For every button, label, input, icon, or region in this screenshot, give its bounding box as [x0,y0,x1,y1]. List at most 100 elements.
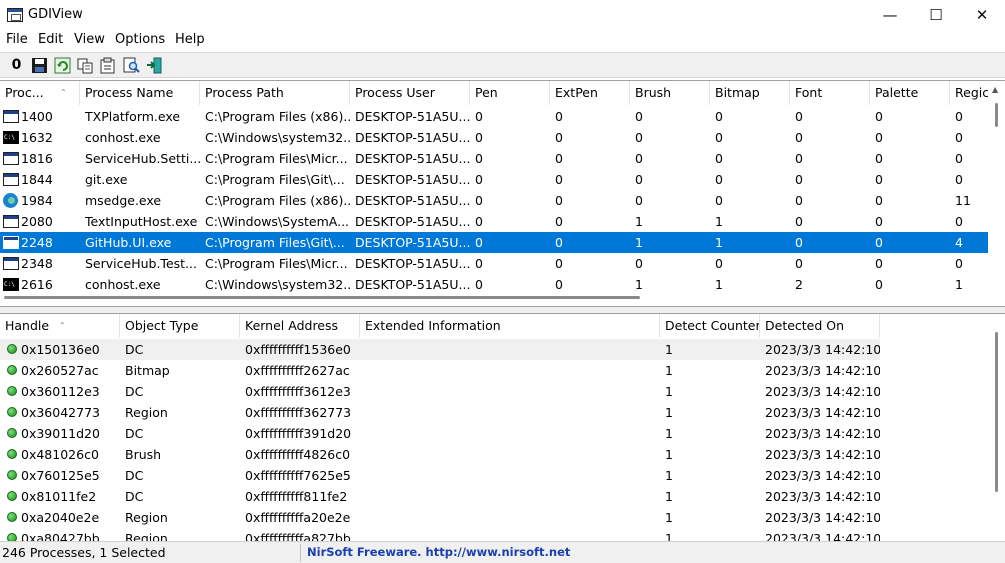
handle-cell-kernel: 0xffffffffffa827bb [245,531,351,541]
scrollbar-thumb[interactable] [995,332,998,492]
handle-cell-detected: 2023/3/3 14:42:10 [765,468,880,483]
process-row[interactable]: 2080 TextInputHost.exe C:\Windows\SystemA.… [0,211,988,232]
handle-cell-detected: 2023/3/3 14:42:10 [765,342,880,357]
column-header-process-id[interactable]: Proc... [0,81,80,105]
process-cell-brush: 0 [635,109,643,124]
column-header-extpen[interactable]: ExtPen [550,81,630,105]
handle-cell-ext [360,528,660,541]
process-cell-name: conhost.exe [85,130,161,145]
refresh-icon[interactable] [54,57,71,74]
handle-cell-kernel: 0xffffffffff362773 [245,405,352,420]
process-cell-user: DESKTOP-51A5U... [355,130,470,145]
process-cell-user: DESKTOP-51A5U... [355,109,470,124]
process-cell-pen: 0 [475,172,483,187]
close-button[interactable]: ✕ [959,0,1005,31]
process-row[interactable]: 2348 ServiceHub.Test... C:\Program Files\M… [0,253,988,274]
handle-row[interactable]: 0x39011d20 DC 0xffffffffff391d20 1 2023/3/3 … [0,423,880,444]
zero-counters-icon[interactable]: 0 [8,57,25,74]
find-icon[interactable] [123,57,140,74]
process-row[interactable]: 1816 ServiceHub.Setti... C:\Program Files\… [0,148,988,169]
handle-cell-counter: 1 [665,510,673,525]
column-header-font[interactable]: Font [790,81,870,105]
handle-cell-handle: 0x260527ac [21,363,99,378]
process-cell-region: 0 [955,256,963,271]
handle-cell-counter: 1 [665,363,673,378]
scrollbar-thumb[interactable] [995,103,998,127]
process-cell-pen: 0 [475,130,483,145]
process-cell-path: C:\Program Files\Git\... [205,172,345,187]
handle-cell-kernel: 0xffffffffff3612e3 [245,384,351,399]
menu-view[interactable]: View [74,32,105,47]
handle-cell-counter: 1 [665,405,673,420]
gdi-handle-list[interactable]: Handle ⌃ Object Type Kernel Address Exte… [0,313,1005,541]
copy-icon[interactable] [77,57,94,74]
handle-cell-handle: 0x481026c0 [21,447,99,462]
process-row[interactable]: C:\ 1632 conhost.exe C:\Windows\system32...… [0,127,988,148]
handle-cell-kernel: 0xffffffffff1536e0 [245,342,351,357]
column-header-process-user[interactable]: Process User [350,81,470,105]
column-header-pen[interactable]: Pen [470,81,550,105]
process-list-horizontal-scrollbar[interactable] [0,292,988,302]
process-cell-palette: 0 [875,193,883,208]
process-cell-extpen: 0 [555,151,563,166]
menu-help[interactable]: Help [175,32,205,47]
menu-edit[interactable]: Edit [38,32,63,47]
handle-cell-counter: 1 [665,447,673,462]
process-cell-name: ServiceHub.Test... [85,256,197,271]
handle-row[interactable]: 0x481026c0 Brush 0xffffffffff4826c0 1 2023/3… [0,444,880,465]
maximize-button[interactable]: ☐ [913,0,959,31]
exit-icon[interactable] [146,57,163,74]
handle-cell-counter: 1 [665,342,673,357]
handle-row[interactable]: 0x360112e3 DC 0xffffffffff3612e3 1 2023/3/3 … [0,381,880,402]
process-list[interactable]: Proc... ⌃ Process Name Process Path Proc… [0,80,1005,307]
column-header-palette[interactable]: Palette [870,81,950,105]
handle-row[interactable]: 0x81011fe2 DC 0xffffffffff811fe2 1 2023/3/3 … [0,486,880,507]
process-cell-font: 0 [795,256,803,271]
title-bar: GDIView — ☐ ✕ [0,0,1005,31]
minimize-button[interactable]: — [867,0,913,31]
process-cell-palette: 0 [875,214,883,229]
column-header-object-type[interactable]: Object Type [120,314,240,338]
process-list-vertical-scrollbar[interactable]: ▲ [988,81,1005,291]
column-header-detect-counter[interactable]: Detect Counter [660,314,760,338]
handle-cell-handle: 0x81011fe2 [21,489,97,504]
process-cell-font: 0 [795,214,803,229]
handle-row[interactable]: 0xa2040e2e Region 0xffffffffffa20e2e 1 2023/… [0,507,880,528]
process-cell-extpen: 0 [555,193,563,208]
save-icon[interactable] [31,57,48,74]
scrollbar-thumb[interactable] [4,296,640,299]
column-header-extended-information[interactable]: Extended Information [360,314,660,338]
process-row[interactable]: 1844 git.exe C:\Program Files\Git\... DESKT… [0,169,988,190]
process-cell-font: 0 [795,151,803,166]
process-cell-extpen: 0 [555,235,563,250]
process-row[interactable]: 1984 msedge.exe C:\Program Files (x86)... D… [0,190,988,211]
properties-icon[interactable] [99,57,116,74]
handle-cell-type: Brush [125,447,162,462]
process-row[interactable]: 1400 TXPlatform.exe C:\Program Files (x86)… [0,106,988,127]
menu-options[interactable]: Options [115,32,165,47]
scroll-up-arrow-icon[interactable]: ▲ [992,85,998,94]
column-header-brush[interactable]: Brush [630,81,710,105]
process-cell-palette: 0 [875,109,883,124]
process-cell-pen: 0 [475,151,483,166]
column-header-bitmap[interactable]: Bitmap [710,81,790,105]
menu-file[interactable]: File [6,32,28,47]
handle-cell-type: DC [125,342,144,357]
handle-row[interactable]: 0xa80427bb Region 0xffffffffffa827bb 1 2023/… [0,528,880,541]
process-row[interactable]: 2248 GitHub.UI.exe C:\Program Files\Git\..… [0,232,988,253]
column-header-kernel-address[interactable]: Kernel Address [240,314,360,338]
handle-list-vertical-scrollbar[interactable] [988,314,1005,541]
process-cell-path: C:\Program Files\Micr... [205,151,348,166]
handle-cell-handle: 0x36042773 [21,405,100,420]
handle-row[interactable]: 0x760125e5 DC 0xffffffffff7625e5 1 2023/3/3 … [0,465,880,486]
handle-row[interactable]: 0x150136e0 DC 0xffffffffff1536e0 1 2023/3/3 … [0,339,880,360]
column-header-process-name[interactable]: Process Name [80,81,200,105]
nirsoft-link[interactable]: NirSoft Freeware. http://www.nirsoft.net [307,545,570,559]
sort-ascending-icon: ⌃ [59,321,66,330]
column-header-process-path[interactable]: Process Path [200,81,350,105]
handle-row[interactable]: 0x36042773 Region 0xffffffffff362773 1 2023/… [0,402,880,423]
process-cell-name: ServiceHub.Setti... [85,151,200,166]
column-header-detected-on[interactable]: Detected On [760,314,880,338]
process-cell-user: DESKTOP-51A5U... [355,235,470,250]
handle-row[interactable]: 0x260527ac Bitmap 0xffffffffff2627ac 1 2023/… [0,360,880,381]
